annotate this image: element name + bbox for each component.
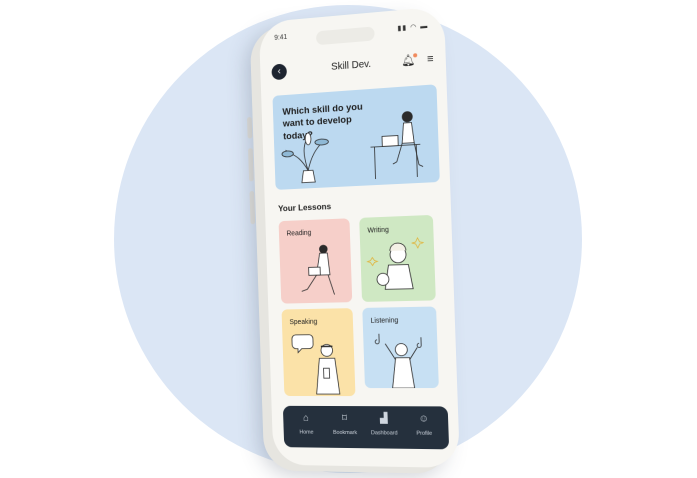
bottom-tab-bar: ⌂ Home ⌑ Bookmark ▟ Dashboard ☺ Profile (282, 405, 450, 450)
tab-label: Bookmark (332, 429, 358, 437)
phone-side-button (246, 116, 253, 139)
lesson-card-writing[interactable]: Writing (359, 214, 436, 302)
chart-icon: ▟ (379, 413, 388, 425)
bell-icon[interactable]: 🔔︎ (401, 53, 418, 68)
tab-profile[interactable]: ☺ Profile (403, 412, 444, 437)
listening-illustration (362, 306, 439, 388)
tab-dashboard[interactable]: ▟ Dashboard (364, 412, 404, 436)
status-time: 9:41 (274, 33, 288, 42)
status-icons: ▮▮ ◠ ▬ (397, 22, 429, 33)
lesson-card-reading[interactable]: Reading (278, 218, 353, 304)
tab-bookmark[interactable]: ⌑ Bookmark (325, 412, 365, 436)
phone-mockup: 9:41 ▮▮ ◠ ▬ ‹ Skill Dev. 🔔︎ ≡ Which skil… (246, 6, 461, 468)
home-icon: ⌂ (302, 412, 310, 424)
tab-label: Dashboard (370, 430, 398, 437)
reading-illustration (279, 218, 353, 303)
app-header: ‹ Skill Dev. 🔔︎ ≡ (271, 50, 434, 84)
tab-home[interactable]: ⌂ Home (287, 412, 326, 436)
dynamic-island (315, 26, 375, 46)
hero-illustration (272, 84, 439, 190)
menu-icon[interactable]: ≡ (427, 53, 434, 66)
phone-screen: 9:41 ▮▮ ◠ ▬ ‹ Skill Dev. 🔔︎ ≡ Which skil… (258, 6, 461, 468)
speaking-illustration (282, 308, 356, 396)
user-icon: ☺ (418, 413, 430, 425)
tab-label: Home (299, 429, 314, 436)
lessons-title: Your Lessons (277, 201, 332, 214)
lesson-card-speaking[interactable]: Speaking (281, 308, 356, 397)
hero-banner: Which skill do you want to develop today… (272, 84, 440, 190)
bookmark-icon: ⌑ (341, 413, 348, 425)
lesson-card-listening[interactable]: Listening (362, 306, 439, 389)
tab-label: Profile (416, 430, 433, 437)
writing-illustration (359, 215, 436, 302)
